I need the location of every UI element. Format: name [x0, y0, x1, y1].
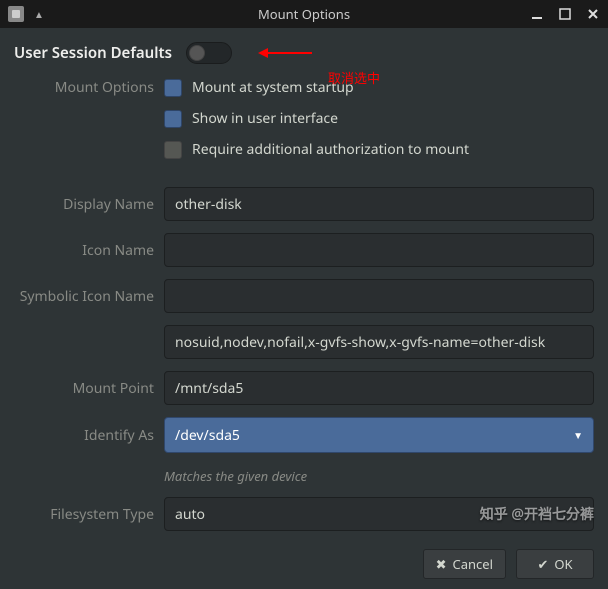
cancel-button[interactable]: ✖ Cancel — [423, 549, 506, 579]
ok-icon: ✔ — [537, 555, 548, 573]
minimize-button[interactable] — [530, 7, 544, 21]
chevron-down-icon: ▼ — [573, 428, 583, 442]
icon-name-label: Icon Name — [14, 241, 154, 260]
identify-as-helper: Matches the given device — [164, 465, 594, 485]
ok-label: OK — [554, 555, 572, 573]
mount-options-label: Mount Options — [14, 78, 154, 97]
app-icon — [8, 6, 24, 22]
user-session-defaults-toggle[interactable] — [186, 42, 232, 64]
symbolic-icon-name-label: Symbolic Icon Name — [14, 287, 154, 306]
filesystem-type-input[interactable] — [164, 497, 594, 531]
mount-point-input[interactable] — [164, 371, 594, 405]
require-auth-label: Require additional authorization to moun… — [192, 140, 469, 159]
mount-options-string-input[interactable] — [164, 325, 594, 359]
display-name-input[interactable] — [164, 187, 594, 221]
cancel-icon: ✖ — [436, 555, 447, 573]
icon-name-input[interactable] — [164, 233, 594, 267]
display-name-label: Display Name — [14, 195, 154, 214]
cancel-label: Cancel — [453, 555, 493, 573]
mount-at-startup-checkbox[interactable] — [164, 79, 182, 97]
require-auth-checkbox[interactable] — [164, 141, 182, 159]
identify-as-label: Identify As — [14, 426, 154, 445]
identify-as-select[interactable]: /dev/sda5 ▼ — [164, 417, 594, 453]
close-button[interactable] — [586, 7, 600, 21]
maximize-button[interactable] — [558, 7, 572, 21]
window-title: Mount Options — [258, 5, 350, 23]
annotation-text: 取消选中 — [328, 68, 380, 87]
show-in-ui-label: Show in user interface — [192, 109, 338, 128]
ok-button[interactable]: ✔ OK — [516, 549, 594, 579]
symbolic-icon-name-input[interactable] — [164, 279, 594, 313]
user-session-defaults-label: User Session Defaults — [14, 43, 172, 63]
annotation-arrow — [258, 48, 312, 58]
identify-as-value: /dev/sda5 — [175, 426, 240, 445]
mount-point-label: Mount Point — [14, 379, 154, 398]
filesystem-type-label: Filesystem Type — [14, 505, 154, 524]
show-in-ui-checkbox[interactable] — [164, 110, 182, 128]
up-icon[interactable]: ▲ — [34, 7, 44, 21]
